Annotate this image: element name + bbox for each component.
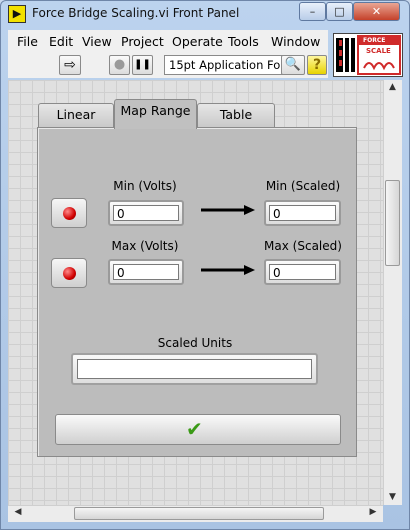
tab-content-map-range (37, 127, 357, 457)
min-volts-control[interactable]: 0 (108, 200, 184, 226)
vertical-scrollbar[interactable] (383, 80, 402, 505)
font-dropdown-value: 15pt Application Font (169, 58, 293, 72)
menu-view[interactable]: View (82, 34, 112, 49)
labview-app-icon[interactable]: ▶ (8, 5, 26, 23)
max-led-indicator (63, 267, 76, 280)
min-led-indicator (63, 207, 76, 220)
menu-project[interactable]: Project (121, 34, 164, 49)
vi-icon-text-scale: SCALE (366, 47, 391, 55)
maximize-button[interactable]: □ (326, 2, 353, 21)
menu-operate[interactable]: Operate (172, 34, 223, 49)
max-volts-input[interactable]: 0 (113, 264, 179, 280)
menu-edit[interactable]: Edit (49, 34, 73, 49)
min-volts-label: Min (Volts) (113, 179, 177, 193)
pause-button[interactable]: ❚❚ (132, 55, 153, 75)
search-button[interactable]: 🔍 (281, 55, 305, 75)
scroll-up-arrow-icon[interactable]: ▲ (385, 82, 400, 92)
menu-window[interactable]: Window (271, 34, 320, 49)
max-volts-label: Max (Volts) (111, 239, 179, 253)
ok-button[interactable]: ✔ (55, 414, 341, 445)
scaled-units-label: Scaled Units (157, 336, 233, 350)
checkmark-icon: ✔ (186, 417, 203, 441)
vertical-scroll-thumb[interactable] (385, 180, 400, 266)
scaled-units-input[interactable] (77, 359, 312, 379)
toolbar: ⇨ ● ❚❚ 15pt Application Font 🔍 ? (8, 52, 328, 78)
tab-linear[interactable]: Linear (38, 103, 114, 128)
scroll-left-arrow-icon[interactable]: ◀ (11, 507, 25, 517)
min-volts-input[interactable]: 0 (113, 205, 179, 221)
close-button[interactable]: ✕ (353, 2, 400, 21)
scroll-down-arrow-icon[interactable]: ▼ (385, 492, 400, 502)
font-dropdown[interactable]: 15pt Application Font (164, 55, 300, 75)
search-icon: 🔍 (284, 57, 302, 72)
max-scaled-control[interactable]: 0 (264, 259, 341, 285)
abort-button[interactable]: ● (109, 55, 130, 75)
scaled-units-control[interactable] (71, 353, 318, 385)
max-arrow-icon (201, 265, 255, 275)
min-scaled-label: Min (Scaled) (265, 179, 341, 193)
min-arrow-icon (201, 205, 255, 215)
context-help-button[interactable]: ? (307, 55, 327, 75)
help-icon: ? (312, 57, 322, 73)
max-scaled-input[interactable]: 0 (269, 264, 336, 280)
vi-icon[interactable]: FORCE SCALE (333, 33, 403, 77)
window-title: Force Bridge Scaling.vi Front Panel (32, 6, 240, 20)
max-scaled-label: Max (Scaled) (264, 239, 342, 253)
vi-icon-text-force: FORCE (363, 37, 386, 44)
menu-tools[interactable]: Tools (228, 34, 259, 49)
max-set-button[interactable] (51, 258, 87, 288)
run-button[interactable]: ⇨ (59, 55, 81, 75)
min-scaled-input[interactable]: 0 (269, 205, 336, 221)
min-set-button[interactable] (51, 198, 87, 228)
scroll-right-arrow-icon[interactable]: ▶ (366, 507, 380, 517)
horizontal-scroll-thumb[interactable] (74, 507, 324, 520)
menu-bar: File Edit View Project Operate Tools Win… (8, 30, 328, 52)
minimize-button[interactable]: – (299, 2, 326, 21)
min-scaled-control[interactable]: 0 (264, 200, 341, 226)
tab-table[interactable]: Table (197, 103, 275, 128)
menu-file[interactable]: File (17, 34, 38, 49)
tab-map-range[interactable]: Map Range (114, 99, 197, 129)
max-volts-control[interactable]: 0 (108, 259, 184, 285)
